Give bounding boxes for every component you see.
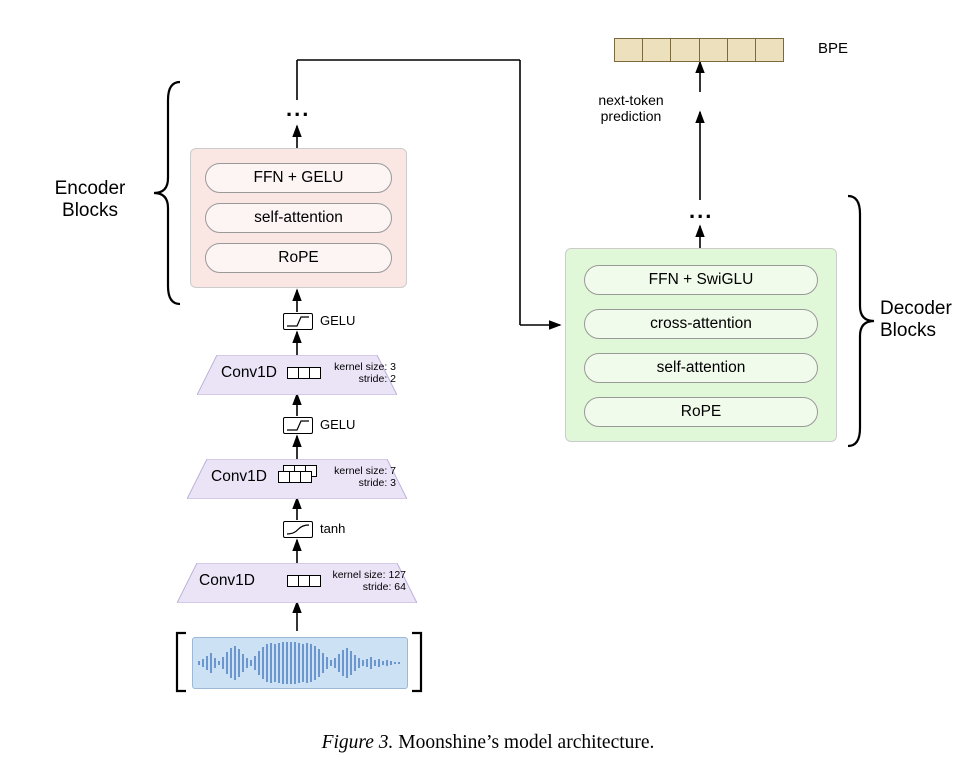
conv-layer-3-kernel: kernel size: 3 stride: 2: [324, 361, 396, 385]
encoder-item-selfattn: self-attention: [205, 203, 392, 233]
decoder-ellipsis: ...: [689, 198, 713, 224]
decoder-item-ffn: FFN + SwiGLU: [584, 265, 818, 295]
encoder-label: Encoder Blocks: [40, 178, 140, 222]
conv-layer-1-boxes-icon: [287, 575, 321, 587]
waveform-icon: [193, 638, 407, 688]
bpe-label: BPE: [818, 40, 848, 57]
activation-tanh-label: tanh: [320, 521, 345, 536]
activation-gelu-top-icon: [283, 313, 313, 330]
activation-gelu-top-label: GELU: [320, 313, 355, 328]
decoder-item-crossattn: cross-attention: [584, 309, 818, 339]
figure-caption: Figure 3. Moonshine’s model architecture…: [0, 732, 976, 754]
decoder-block: FFN + SwiGLU cross-attention self-attent…: [565, 248, 837, 442]
encoder-brace: [148, 78, 188, 308]
next-token-label: next-token prediction: [585, 92, 677, 124]
encoder-item-rope: RoPE: [205, 243, 392, 273]
conv-layer-2-kernel: kernel size: 7 stride: 3: [324, 465, 396, 489]
conv-layer-2-boxes-icon: [278, 465, 317, 483]
decoder-item-rope: RoPE: [584, 397, 818, 427]
figure-caption-prefix: Figure 3.: [322, 732, 394, 753]
activation-gelu-mid-label: GELU: [320, 417, 355, 432]
activation-gelu-mid-icon: [283, 417, 313, 434]
decoder-label: Decoder Blocks: [880, 298, 970, 342]
encoder-block: FFN + GELU self-attention RoPE: [190, 148, 407, 288]
bpe-tokens: [614, 38, 784, 62]
figure-caption-rest: Moonshine’s model architecture.: [393, 732, 654, 753]
decoder-brace: [842, 192, 882, 450]
conv-layer-1-kernel: kernel size: 127 stride: 64: [321, 569, 406, 593]
activation-tanh-icon: [283, 521, 313, 538]
audio-input: [174, 631, 424, 693]
encoder-ellipsis: ...: [286, 96, 310, 122]
encoder-item-ffn: FFN + GELU: [205, 163, 392, 193]
decoder-item-selfattn: self-attention: [584, 353, 818, 383]
diagram-stage: Encoder Blocks ... FFN + GELU self-atten…: [0, 0, 976, 774]
conv-layer-3-boxes-icon: [287, 367, 321, 379]
